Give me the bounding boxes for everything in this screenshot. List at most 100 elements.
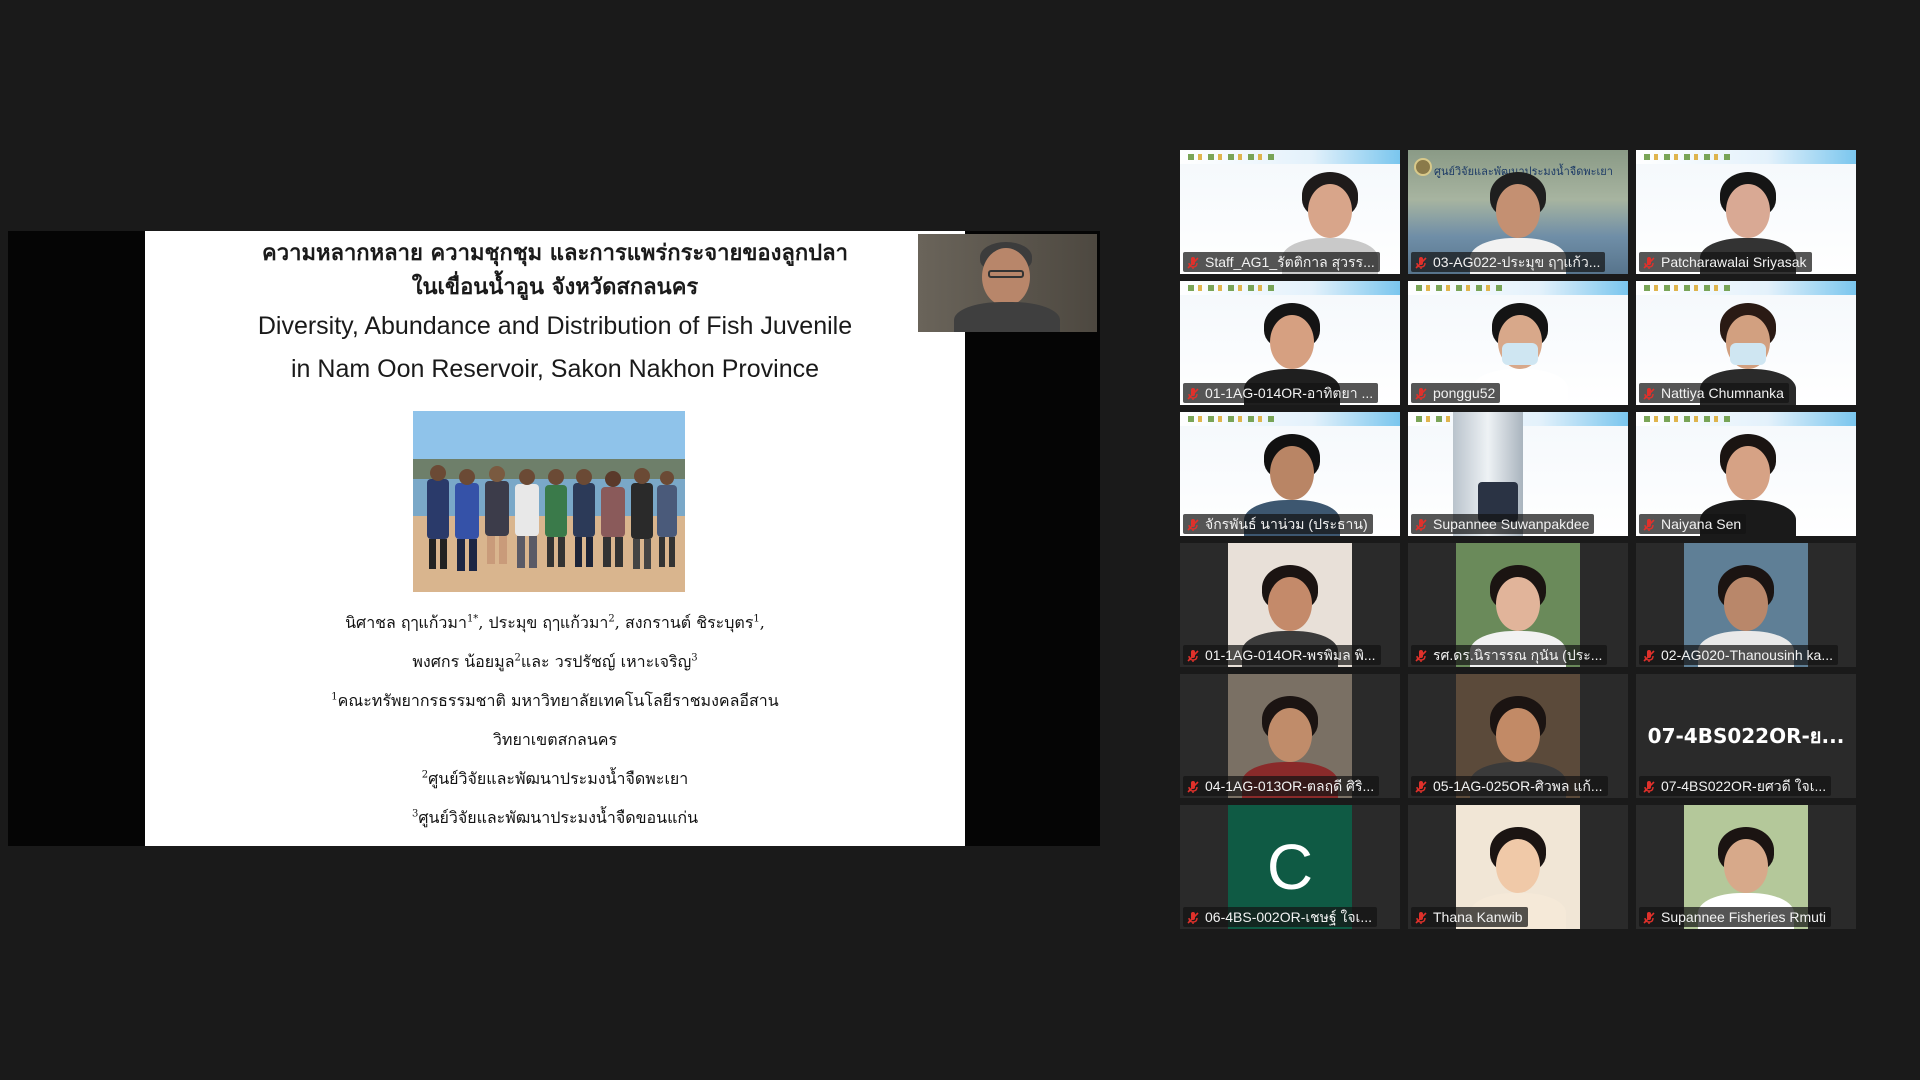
participant-face bbox=[1268, 577, 1312, 631]
participant-tile[interactable]: Naiyana Sen bbox=[1636, 412, 1856, 536]
muted-mic-icon bbox=[1186, 779, 1200, 793]
author-sep: , bbox=[759, 613, 765, 632]
affil-3-text: ศูนย์วิจัยและพัฒนาประมงน้ำจืดขอนแก่น bbox=[418, 808, 699, 827]
participant-tile[interactable]: รศ.ดร.นิรารรณ กุนัน (ประ... bbox=[1408, 543, 1628, 667]
participant-tile[interactable]: C 06-4BS-002OR-เชษฐ์ ใจเ... bbox=[1180, 805, 1400, 929]
presenter-video[interactable] bbox=[918, 234, 1097, 332]
participant-name: 06-4BS-002OR-เชษฐ์ ใจเ... bbox=[1183, 907, 1378, 927]
participant-face bbox=[1726, 184, 1770, 238]
muted-mic-icon bbox=[1186, 386, 1200, 400]
participant-name: จักรพันธ์ นาน่วม (ประธาน) bbox=[1183, 514, 1373, 534]
participant-tile[interactable]: 07-4BS022OR-ย... 07-4BS022OR-ยศวดี ใจเ... bbox=[1636, 674, 1856, 798]
participant-tile[interactable]: จักรพันธ์ นาน่วม (ประธาน) bbox=[1180, 412, 1400, 536]
slide-affiliation-2: 2ศูนย์วิจัยและพัฒนาประมงน้ำจืดพะเยา bbox=[145, 767, 965, 792]
background-logos bbox=[1188, 416, 1278, 422]
muted-mic-icon bbox=[1186, 910, 1200, 924]
background-logos bbox=[1644, 154, 1734, 160]
participant-tile[interactable]: 02-AG020-Thanousinh ka... bbox=[1636, 543, 1856, 667]
muted-mic-icon bbox=[1186, 517, 1200, 531]
muted-mic-icon bbox=[1414, 910, 1428, 924]
participant-face bbox=[1726, 446, 1770, 500]
participant-name: 02-AG020-Thanousinh ka... bbox=[1639, 645, 1838, 665]
author-2: , ประมุข ฤๅแก้วมา bbox=[478, 613, 609, 632]
participant-name: รศ.ดร.นิรารรณ กุนัน (ประ... bbox=[1411, 645, 1608, 665]
slide-affiliation-1: 1คณะทรัพยากรธรรมชาติ มหาวิทยาลัยเทคโนโลย… bbox=[145, 689, 965, 714]
slide-title-english-line-1: Diversity, Abundance and Distribution of… bbox=[257, 312, 853, 340]
participant-tile[interactable]: ศูนย์วิจัยและพัฒนาประมงน้ำจืดพะเยา03-AG0… bbox=[1408, 150, 1628, 274]
participant-name: Staff_AG1_รัตติกาล สุวรร... bbox=[1183, 252, 1380, 272]
muted-mic-icon bbox=[1414, 648, 1428, 662]
participant-face bbox=[1496, 184, 1540, 238]
muted-mic-icon bbox=[1414, 255, 1428, 269]
slide-title-english-line-2: in Nam Oon Reservoir, Sakon Nakhon Provi… bbox=[290, 355, 820, 383]
participant-name: Supannee Fisheries Rmuti bbox=[1639, 907, 1831, 927]
participant-tile[interactable]: 01-1AG-014OR-พรพิมล พิ... bbox=[1180, 543, 1400, 667]
background-logos bbox=[1188, 285, 1278, 291]
participant-name: 05-1AG-025OR-ศิวพล แก้... bbox=[1411, 776, 1608, 796]
participant-tile[interactable]: 01-1AG-014OR-อาทิตยา ... bbox=[1180, 281, 1400, 405]
participant-tile[interactable]: 04-1AG-013OR-ตลฤดี ศิริ... bbox=[1180, 674, 1400, 798]
participant-name: 01-1AG-014OR-อาทิตยา ... bbox=[1183, 383, 1379, 403]
muted-mic-icon bbox=[1186, 255, 1200, 269]
muted-mic-icon bbox=[1414, 386, 1428, 400]
muted-mic-icon bbox=[1186, 648, 1200, 662]
participant-tile[interactable]: Supannee Fisheries Rmuti bbox=[1636, 805, 1856, 929]
participant-face bbox=[1724, 839, 1768, 893]
author-4: พงศกร น้อยมูล bbox=[412, 652, 515, 671]
muted-mic-icon bbox=[1642, 648, 1656, 662]
slide-title-thai-line-2: ในเขื่อนน้ำอูน จังหวัดสกลนคร bbox=[411, 274, 699, 300]
participant-face bbox=[1268, 708, 1312, 762]
author-1: นิศาชล ฤๅแก้วมา bbox=[345, 613, 467, 632]
affil-2-text: ศูนย์วิจัยและพัฒนาประมงน้ำจืดพะเยา bbox=[428, 769, 689, 788]
slide-affiliation-1b: วิทยาเขตสกลนคร bbox=[492, 730, 618, 749]
muted-mic-icon bbox=[1642, 386, 1656, 400]
participant-face bbox=[1308, 184, 1352, 238]
muted-mic-icon bbox=[1642, 517, 1656, 531]
participant-face bbox=[1496, 839, 1540, 893]
background-logos bbox=[1644, 416, 1734, 422]
muted-mic-icon bbox=[1642, 910, 1656, 924]
background-logos bbox=[1188, 154, 1278, 160]
participant-name: 03-AG022-ประมุข ฤๅแก้ว... bbox=[1411, 252, 1606, 272]
participant-tile[interactable]: Thana Kanwib bbox=[1408, 805, 1628, 929]
participant-name: Thana Kanwib bbox=[1411, 907, 1528, 927]
team-photo bbox=[413, 411, 685, 592]
participant-tile[interactable]: Patcharawalai Sriyasak bbox=[1636, 150, 1856, 274]
author-5: และ วรปรัชญ์ เหาะเจริญ bbox=[520, 652, 692, 671]
participant-face bbox=[1496, 708, 1540, 762]
background-logos bbox=[1416, 285, 1506, 291]
participant-tile[interactable]: ponggu52 bbox=[1408, 281, 1628, 405]
participant-tile[interactable]: Supannee Suwanpakdee bbox=[1408, 412, 1628, 536]
author-3: , สงกรานต์ ชิระบุตร bbox=[614, 613, 754, 632]
slide-title-thai-line-1: ความหลากหลาย ความชุกชุม และการแพร่กระจาย… bbox=[262, 240, 848, 266]
participant-name: Nattiya Chumnanka bbox=[1639, 383, 1789, 403]
muted-mic-icon bbox=[1642, 779, 1656, 793]
video-off-name: 07-4BS022OR-ย... bbox=[1647, 724, 1845, 748]
participant-face bbox=[1270, 446, 1314, 500]
agency-seal-icon bbox=[1414, 158, 1432, 176]
participant-tile[interactable]: 05-1AG-025OR-ศิวพล แก้... bbox=[1408, 674, 1628, 798]
participant-name: 01-1AG-014OR-พรพิมล พิ... bbox=[1183, 645, 1381, 665]
face-mask bbox=[1730, 343, 1766, 365]
muted-mic-icon bbox=[1642, 255, 1656, 269]
background-logos bbox=[1644, 285, 1734, 291]
affil-1-text: คณะทรัพยากรธรรมชาติ มหาวิทยาลัยเทคโนโลยี… bbox=[337, 691, 779, 710]
participant-face bbox=[1724, 577, 1768, 631]
participant-face bbox=[1496, 577, 1540, 631]
slide-authors-line-2: พงศกร น้อยมูล2และ วรปรัชญ์ เหาะเจริญ3 bbox=[145, 650, 965, 675]
face-mask bbox=[1502, 343, 1538, 365]
participant-name: Patcharawalai Sriyasak bbox=[1639, 252, 1812, 272]
slide-authors-line-1: นิศาชล ฤๅแก้วมา1*, ประมุข ฤๅแก้วมา2, สงก… bbox=[145, 611, 965, 636]
author-1-sup: 1* bbox=[466, 613, 479, 625]
participant-name: 07-4BS022OR-ยศวดี ใจเ... bbox=[1639, 776, 1832, 796]
participant-gallery: Staff_AG1_รัตติกาล สุวรร... ศูนย์วิจัยและ… bbox=[1180, 150, 1856, 930]
muted-mic-icon bbox=[1414, 517, 1428, 531]
presentation-slide: ความหลากหลาย ความชุกชุม และการแพร่กระจาย… bbox=[145, 231, 965, 846]
participant-name: 04-1AG-013OR-ตลฤดี ศิริ... bbox=[1183, 776, 1380, 796]
participant-tile[interactable]: Staff_AG1_รัตติกาล สุวรร... bbox=[1180, 150, 1400, 274]
slide-affiliation-3: 3ศูนย์วิจัยและพัฒนาประมงน้ำจืดขอนแก่น bbox=[145, 806, 965, 831]
author-5-sup: 3 bbox=[691, 652, 698, 664]
participant-face bbox=[1270, 315, 1314, 369]
muted-mic-icon bbox=[1414, 779, 1428, 793]
participant-tile[interactable]: Nattiya Chumnanka bbox=[1636, 281, 1856, 405]
